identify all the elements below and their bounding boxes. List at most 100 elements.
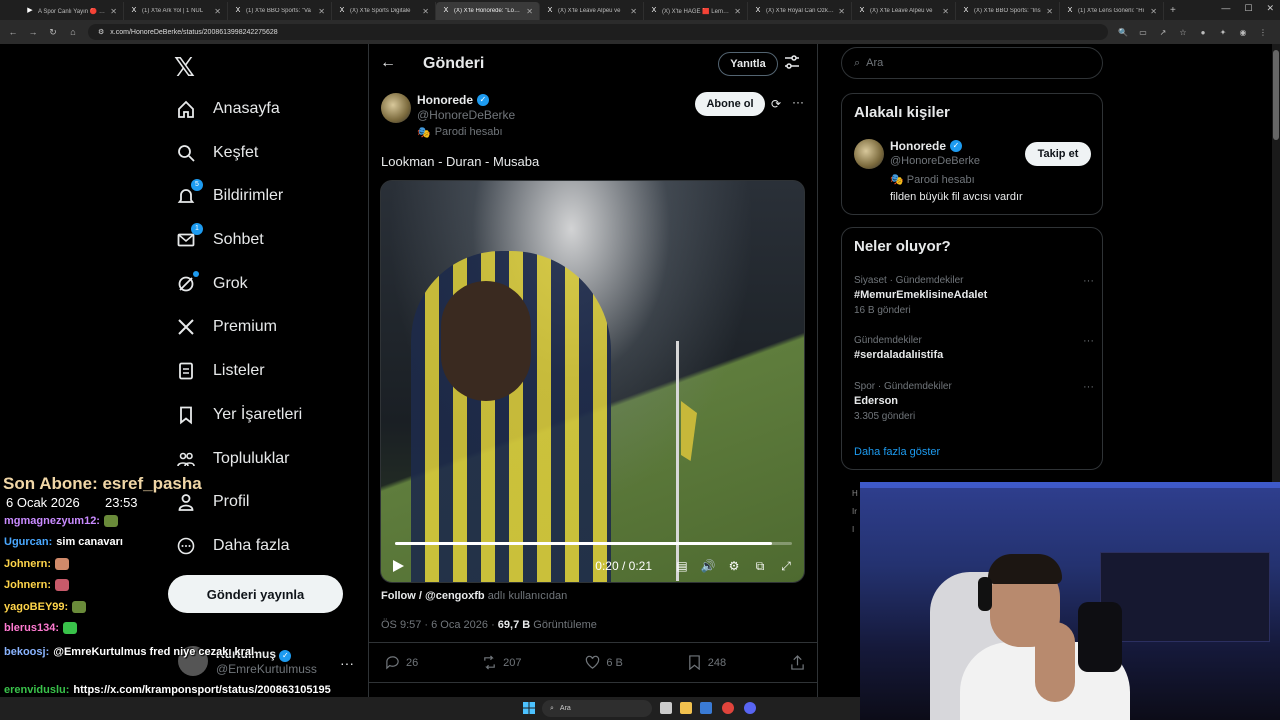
trend-item[interactable]: Gündemdekiler #serdaladalıistifa ··· <box>854 335 1094 361</box>
browser-tab[interactable]: X (X) X'te Leave Alpeu ve ✕ <box>852 2 956 20</box>
url-field[interactable]: ⚙ x.com/HonoreDeBerke/status/20086139982… <box>88 24 1108 40</box>
video-player[interactable]: 0:20 / 0:21 ▤ 🔊 ⚙ ⧉ ⤢ <box>380 180 805 583</box>
task-view-icon[interactable] <box>660 702 672 714</box>
close-tab-icon[interactable]: ✕ <box>422 7 429 16</box>
tab-title: (X) X'te BBO Sports: "Ins <box>974 8 1041 14</box>
browser-tab[interactable]: X (X) X'te BBO Sports: "Ins ✕ <box>956 2 1060 20</box>
attribution-source[interactable]: Follow / @cengoxfb <box>381 590 485 602</box>
nav-item-home[interactable]: Anasayfa <box>175 93 280 125</box>
author-name[interactable]: Honorede ✓ <box>417 93 490 107</box>
nav-item-x-premium[interactable]: Premium <box>175 311 277 343</box>
store-icon[interactable] <box>700 702 712 714</box>
pip-icon[interactable]: ⧉ <box>752 559 768 574</box>
chrome-icon[interactable] <box>722 702 734 714</box>
chat-username: bekoosj: <box>4 646 50 658</box>
back-arrow-icon[interactable]: ← <box>380 54 396 72</box>
author-handle[interactable]: @HonoreDeBerke <box>417 108 515 122</box>
subscribe-button[interactable]: Abone ol <box>695 92 765 116</box>
like-action[interactable]: 6 B <box>585 655 623 670</box>
nav-item-more-circle[interactable]: Daha fazla <box>175 530 290 562</box>
video-progress-bar[interactable] <box>395 542 792 545</box>
extension-icon[interactable]: ● <box>1198 28 1208 37</box>
close-window-icon[interactable]: ✕ <box>1266 3 1274 14</box>
close-tab-icon[interactable]: ✕ <box>1150 7 1157 16</box>
sliders-icon[interactable] <box>784 54 800 70</box>
back-icon[interactable]: ← <box>8 27 18 37</box>
close-tab-icon[interactable]: ✕ <box>838 7 845 16</box>
browser-tab[interactable]: X (X) X'te Honorede: "Lookm ✕ <box>436 2 540 20</box>
close-tab-icon[interactable]: ✕ <box>318 7 325 16</box>
captions-icon[interactable]: ▤ <box>674 559 690 573</box>
settings-gear-icon[interactable]: ⚙ <box>726 559 742 573</box>
x-logo[interactable]: 𝕏 <box>174 52 195 83</box>
new-tab-button[interactable]: + <box>1170 5 1176 16</box>
browser-tab[interactable]: X (X) X'te Leave Alpeu ve ✕ <box>540 2 644 20</box>
forward-icon[interactable]: → <box>28 27 38 37</box>
reload-icon[interactable]: ↻ <box>48 27 58 38</box>
avatar[interactable] <box>854 139 884 169</box>
more-dots-icon[interactable]: ··· <box>1083 335 1094 347</box>
maximize-icon[interactable]: ☐ <box>1244 3 1252 14</box>
zoom-icon[interactable]: 🔍 <box>1118 28 1128 37</box>
post-timestamp[interactable]: ÖS 9:57 · 6 Oca 2026 · <box>381 619 495 631</box>
browser-tab[interactable]: X (X) X'te Royal Can Özkayıt ✕ <box>748 2 852 20</box>
trend-item[interactable]: Spor · Gündemdekiler Ederson 3.305 gönderi… <box>854 381 1094 422</box>
nav-item-bookmark[interactable]: Yer İşaretleri <box>175 399 302 431</box>
taskbar-search[interactable]: ⌕ Ara <box>542 700 652 717</box>
browser-tab[interactable]: X (1) X'te Lens Gönerli: "Hi ✕ <box>1060 2 1164 20</box>
tab-title: (X) X'te Leave Alpeu ve <box>558 8 621 14</box>
minimize-icon[interactable]: — <box>1221 3 1230 14</box>
reply-button[interactable]: Yanıtla <box>718 52 778 76</box>
cast-icon[interactable]: ▭ <box>1138 28 1148 37</box>
close-tab-icon[interactable]: ✕ <box>942 7 949 16</box>
more-dots-icon[interactable]: ··· <box>792 95 804 109</box>
nav-item-bell[interactable]: 5 Bildirimler <box>175 179 283 212</box>
close-tab-icon[interactable]: ✕ <box>1046 7 1053 16</box>
nav-item-communities[interactable]: Topluluklar <box>175 443 289 475</box>
browser-menu-icon[interactable]: ⋮ <box>1258 28 1268 37</box>
extensions-puzzle-icon[interactable]: ✦ <box>1218 28 1228 37</box>
fullscreen-icon[interactable]: ⤢ <box>778 559 794 574</box>
author-avatar[interactable] <box>381 93 411 123</box>
close-tab-icon[interactable]: ✕ <box>110 7 117 16</box>
related-handle[interactable]: @HonoreDeBerke <box>890 155 980 167</box>
bookmark-star-icon[interactable]: ☆ <box>1178 28 1188 37</box>
related-name[interactable]: Honorede ✓ <box>890 139 963 153</box>
close-tab-icon[interactable]: ✕ <box>526 7 533 16</box>
search-input[interactable]: ⌕ Ara <box>841 47 1103 79</box>
more-dots-icon[interactable]: ··· <box>1083 275 1094 287</box>
site-info-icon[interactable]: ⚙ <box>98 28 104 36</box>
windows-start-icon[interactable] <box>523 702 535 714</box>
trend-item[interactable]: Siyaset · Gündemdekiler #MemurEmeklisineA… <box>854 275 1094 316</box>
browser-tab[interactable]: ▶ A Spor Canlı Yayın 🔴 Ca ✕ <box>20 2 124 20</box>
post-button[interactable]: Gönderi yayınla <box>168 575 343 613</box>
share-action[interactable] <box>790 655 805 670</box>
show-more-link[interactable]: Daha fazla göster <box>854 446 940 458</box>
more-dots-icon[interactable]: ··· <box>1083 381 1094 393</box>
volume-icon[interactable]: 🔊 <box>700 559 716 573</box>
more-dots-icon[interactable]: ··· <box>340 655 354 671</box>
reply-action[interactable]: 26 <box>385 655 418 670</box>
home-icon <box>175 98 197 120</box>
nav-item-search[interactable]: Keşfet <box>175 137 258 169</box>
discord-icon[interactable] <box>744 702 756 714</box>
close-tab-icon[interactable]: ✕ <box>630 7 637 16</box>
nav-item-mail[interactable]: 1 Sohbet <box>175 223 264 256</box>
home-icon[interactable]: ⌂ <box>68 27 78 37</box>
close-tab-icon[interactable]: ✕ <box>734 7 741 16</box>
grok-icon[interactable]: ⟳ <box>771 97 781 111</box>
browser-tab[interactable]: X (X) X'te Sports Digitale ✕ <box>332 2 436 20</box>
nav-item-list[interactable]: Listeler <box>175 355 265 387</box>
file-explorer-icon[interactable] <box>680 702 692 714</box>
nav-item-grok[interactable]: Grok <box>175 268 248 300</box>
play-icon[interactable] <box>391 559 405 573</box>
bookmark-action[interactable]: 248 <box>687 655 726 670</box>
browser-tab[interactable]: X (X) X'te HAGE 🟥 Lemeks ✕ <box>644 2 748 20</box>
follow-button[interactable]: Takip et <box>1025 142 1091 166</box>
share-icon[interactable]: ↗ <box>1158 28 1168 37</box>
close-tab-icon[interactable]: ✕ <box>214 7 221 16</box>
browser-tab[interactable]: X (1) X'te Ark Yol | 1 NUL ✕ <box>124 2 228 20</box>
repost-action[interactable]: 207 <box>482 655 521 670</box>
profile-avatar[interactable]: ◉ <box>1238 28 1248 37</box>
browser-tab[interactable]: X (1) X'te BBO Sports: "Va ✕ <box>228 2 332 20</box>
